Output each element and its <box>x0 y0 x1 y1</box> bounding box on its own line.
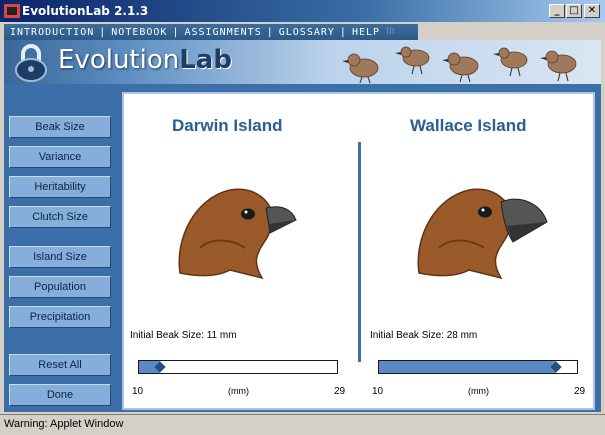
wallace-beak-slider[interactable] <box>378 360 578 374</box>
menu-separator: | <box>339 26 347 38</box>
app-logo-text: EvolutionLab <box>58 45 232 75</box>
window-title: EvolutionLab 2.1.3 <box>22 4 149 18</box>
finch-head-large-beak-icon <box>417 188 548 280</box>
heritability-button[interactable]: Heritability <box>9 176 111 198</box>
reset-all-button[interactable]: Reset All <box>9 354 111 376</box>
wallace-scale-max: 29 <box>574 386 586 397</box>
maximize-button[interactable]: □ <box>566 4 582 18</box>
precipitation-button[interactable]: Precipitation <box>9 306 111 328</box>
java-app-icon <box>4 4 20 18</box>
clutch-size-button[interactable]: Clutch Size <box>9 206 111 228</box>
island-size-button[interactable]: Island Size <box>9 246 111 268</box>
window-title-bar[interactable]: EvolutionLab 2.1.3 _ □ ✕ <box>0 0 605 22</box>
wallace-scale-unit: (mm) <box>468 386 489 396</box>
menu-help[interactable]: HELP <box>352 27 380 38</box>
wallace-beak-info: Initial Beak Size: 28 mm <box>370 330 478 341</box>
wallace-island-title: Wallace Island <box>410 116 527 135</box>
menu-glossary[interactable]: GLOSSARY <box>279 27 335 38</box>
darwin-island-title: Darwin Island <box>172 116 283 135</box>
close-icon: ✕ <box>587 5 597 16</box>
minimize-button[interactable]: _ <box>549 4 565 18</box>
wallace-slider-fill <box>379 361 556 373</box>
padlock-logo-icon <box>15 44 47 82</box>
menu-grip-icon: ⁝⁝⁝ <box>386 27 395 37</box>
minimize-icon: _ <box>554 5 560 16</box>
sidebar: Beak Size Variance Heritability Clutch S… <box>4 84 118 412</box>
darwin-scale-max: 29 <box>334 386 346 397</box>
menu-separator: | <box>266 26 274 38</box>
islands-content: Darwin Island Initial Beak Size: 11 mm 1… <box>122 92 595 410</box>
main-panel: Darwin Island Initial Beak Size: 11 mm 1… <box>118 84 601 412</box>
beak-size-button[interactable]: Beak Size <box>9 116 111 138</box>
menu-separator: | <box>99 26 107 38</box>
wallace-scale-min: 10 <box>372 386 384 397</box>
finches-illustration <box>342 46 577 84</box>
darwin-scale-min: 10 <box>132 386 144 397</box>
maximize-icon: □ <box>569 5 579 16</box>
population-button[interactable]: Population <box>9 276 111 298</box>
menu-notebook[interactable]: NOTEBOOK <box>111 27 167 38</box>
header-banner: EvolutionLab <box>4 40 601 84</box>
menu-introduction[interactable]: INTRODUCTION <box>10 27 94 38</box>
status-bar: Warning: Applet Window <box>0 414 605 435</box>
darwin-scale-unit: (mm) <box>228 386 249 396</box>
darwin-beak-info: Initial Beak Size: 11 mm <box>130 330 237 341</box>
finch-head-small-beak-icon <box>178 188 297 280</box>
island-divider <box>358 142 361 362</box>
menu-bar: INTRODUCTION | NOTEBOOK | ASSIGNMENTS | … <box>4 24 418 40</box>
done-button[interactable]: Done <box>9 384 111 406</box>
variance-button[interactable]: Variance <box>9 146 111 168</box>
close-button[interactable]: ✕ <box>584 4 600 18</box>
menu-assignments[interactable]: ASSIGNMENTS <box>184 27 261 38</box>
darwin-beak-slider[interactable] <box>138 360 338 374</box>
menu-separator: | <box>172 26 180 38</box>
